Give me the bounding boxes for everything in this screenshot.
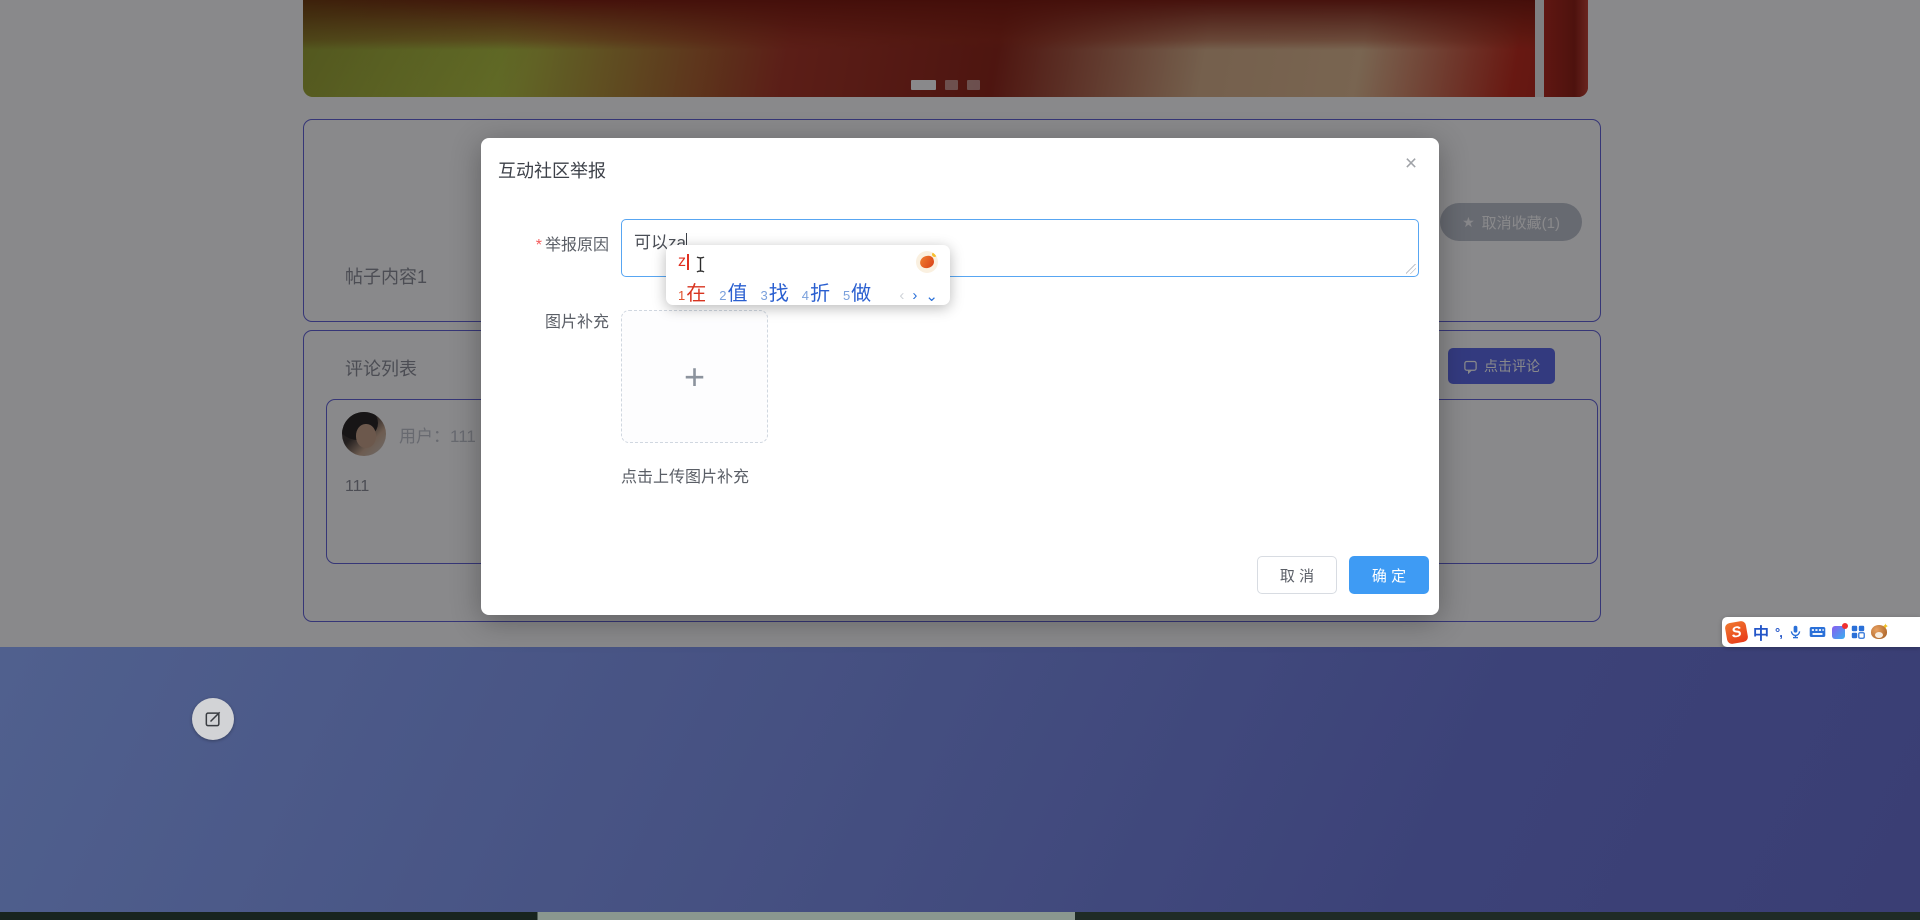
candidate-char: 值 [727, 283, 748, 305]
page-footer [0, 647, 1920, 912]
candidate-char: 在 [686, 283, 707, 305]
ime-mode-indicator[interactable]: 中 [1753, 620, 1769, 644]
ime-pager: ‹ › ⌄ [899, 287, 938, 305]
plus-icon: + [683, 355, 706, 397]
ime-caret [687, 254, 689, 270]
dialog-title: 互动社区举报 [498, 161, 606, 181]
candidate-num: 4 [801, 288, 809, 303]
confirm-button[interactable]: 确 定 [1349, 556, 1429, 594]
punctuation-mode-icon[interactable]: °, [1775, 625, 1783, 640]
cancel-button[interactable]: 取 消 [1257, 556, 1337, 594]
ime-candidate-2[interactable]: 2 值 [719, 277, 747, 306]
ime-composition: z [678, 253, 686, 270]
ime-expand-icon[interactable]: ⌄ [925, 287, 938, 305]
keyboard-icon[interactable] [1809, 625, 1826, 639]
sogou-toolbar: S 中 °, ✦ [1722, 617, 1920, 647]
assistant-muzzle [1874, 632, 1883, 638]
reason-label: * 举报原因 [481, 231, 609, 255]
ime-prev-page-icon[interactable]: ‹ [899, 287, 904, 304]
candidate-char: 找 [768, 283, 789, 305]
ime-candidate-window: z 1 在 2 值 3 找 4 折 5 做 ‹ › ⌄ [666, 245, 950, 305]
compose-post-button[interactable] [192, 698, 234, 740]
report-dialog: 互动社区举报 × * 举报原因 可以za 图片补充 + 点击上传图片补充 取 消 … [481, 138, 1439, 615]
ime-candidate-3[interactable]: 3 找 [760, 277, 788, 306]
edit-icon [205, 711, 221, 727]
sogou-s-logo-icon[interactable]: S [1724, 619, 1749, 645]
close-icon[interactable]: × [1397, 150, 1425, 178]
image-label: 图片补充 [544, 314, 609, 331]
ime-next-page-icon[interactable]: › [912, 287, 917, 304]
ime-candidate-5[interactable]: 5 做 [843, 277, 871, 306]
candidate-char: 折 [809, 283, 830, 305]
notification-dot [1841, 622, 1848, 629]
candidate-num: 1 [678, 288, 686, 303]
candidate-num: 5 [842, 288, 851, 303]
image-upload-button[interactable]: + [621, 310, 768, 443]
upload-hint: 点击上传图片补充 [621, 469, 750, 486]
screen: 帖子内容1 ★ 取消收藏(1) 评论列表 点击评论 用户：111 111 互动社… [0, 0, 1920, 920]
ime-candidate-1[interactable]: 1 在 [678, 277, 706, 306]
resize-handle[interactable] [1406, 264, 1416, 274]
ime-candidate-4[interactable]: 4 折 [802, 277, 830, 306]
sogou-logo-spark [932, 252, 937, 257]
candidate-num: 2 [719, 288, 727, 303]
skin-icon[interactable] [1831, 622, 1848, 639]
assistant-spark: ✦ [1882, 622, 1889, 631]
candidate-char: 做 [851, 283, 872, 305]
assistant-icon[interactable]: ✦ [1870, 622, 1889, 639]
reason-label-text: 举报原因 [544, 237, 609, 254]
candidate-num: 3 [760, 288, 768, 303]
sogou-logo-icon[interactable] [916, 251, 938, 273]
ibeam-cursor-icon [696, 255, 704, 273]
mic-icon[interactable] [1788, 624, 1803, 640]
taskbar-edge [0, 912, 1920, 920]
toolbox-icon[interactable] [1851, 625, 1865, 639]
required-mark: * [535, 237, 542, 254]
